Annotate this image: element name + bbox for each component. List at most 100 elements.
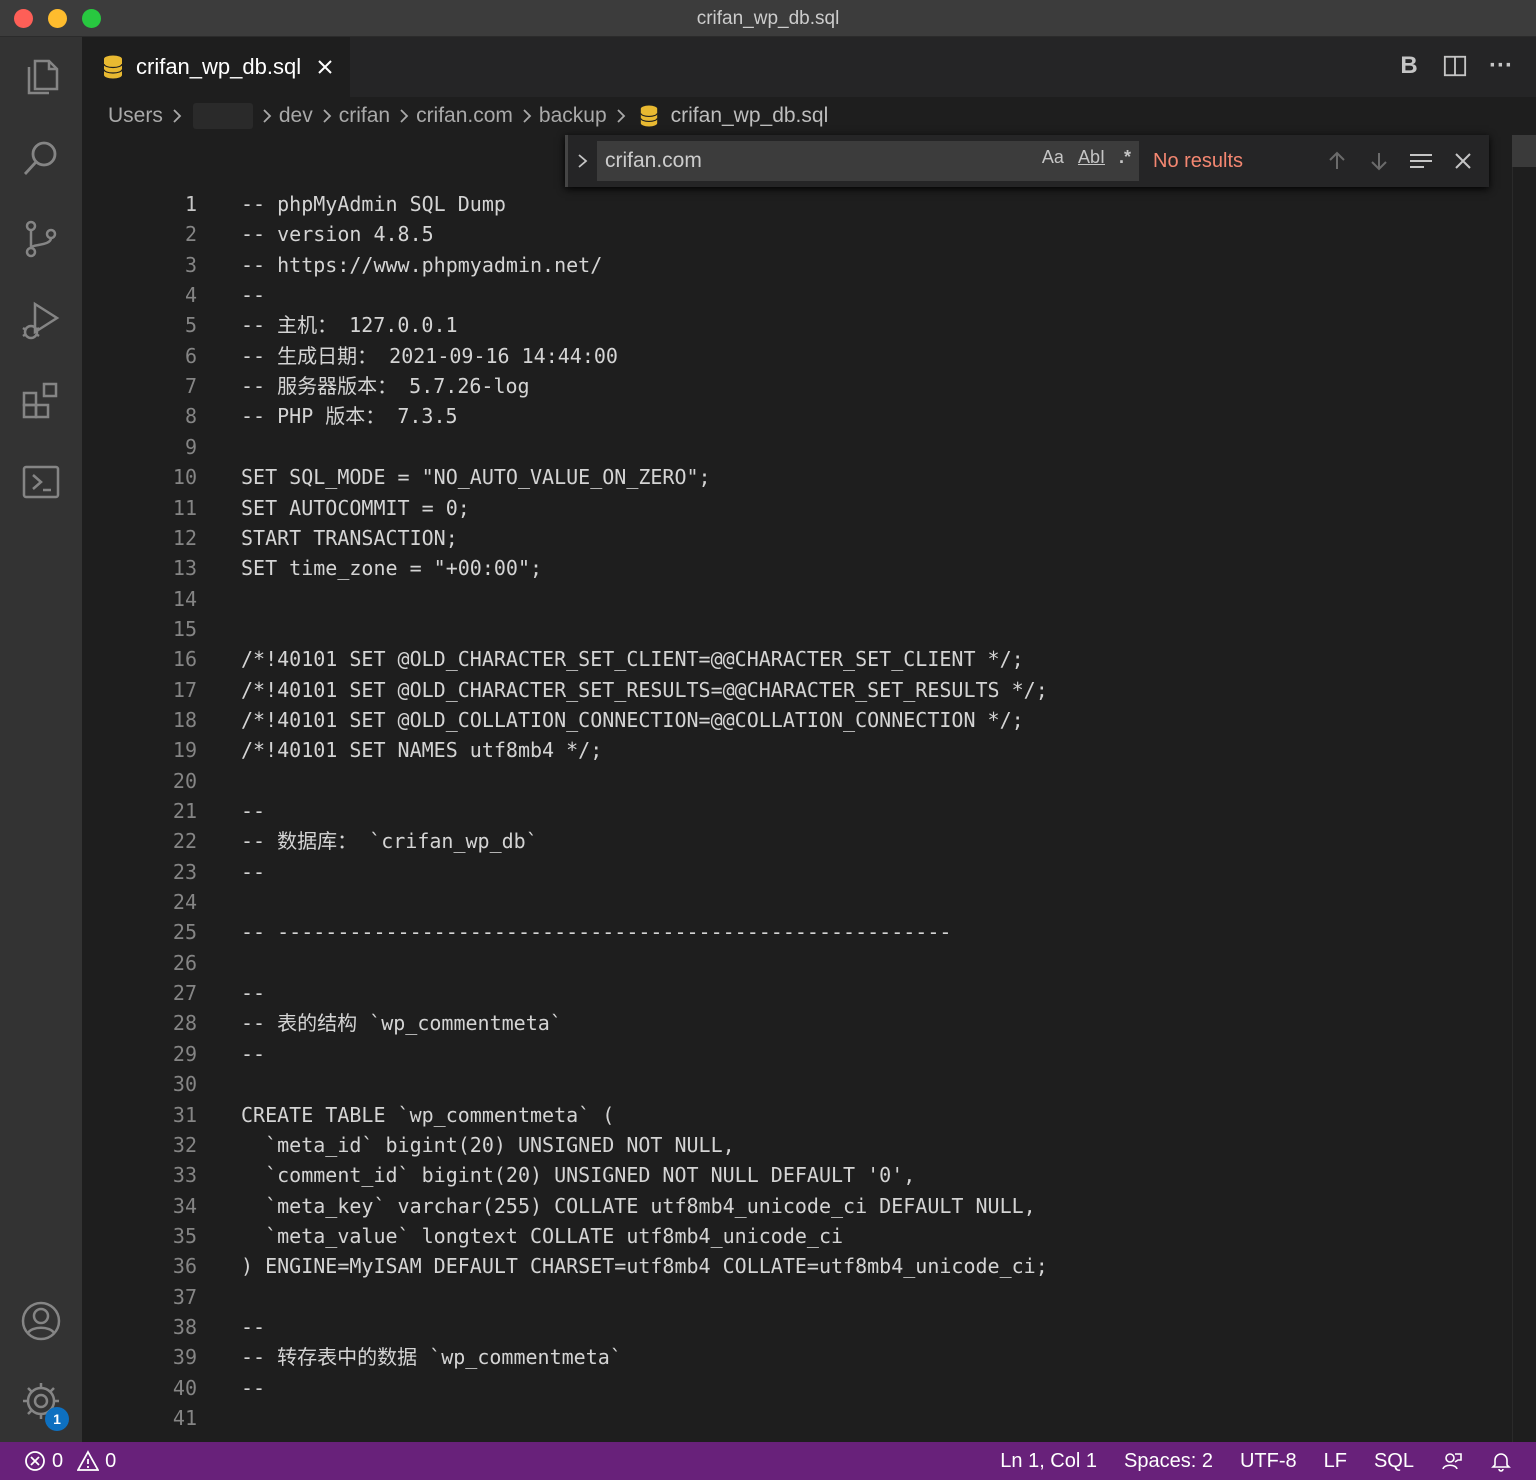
- code-line[interactable]: 27 --: [82, 978, 1536, 1008]
- code-line[interactable]: 18 /*!40101 SET @OLD_COLLATION_CONNECTION…: [82, 705, 1536, 735]
- close-icon[interactable]: [315, 57, 335, 77]
- code-line[interactable]: 35 `meta_value` longtext COLLATE utf8mb4…: [82, 1221, 1536, 1251]
- line-number: 12: [172, 525, 197, 550]
- problems-indicator[interactable]: 0 0: [24, 1442, 116, 1480]
- account-icon[interactable]: [17, 1297, 65, 1345]
- code-line[interactable]: 36) ENGINE=MyISAM DEFAULT CHARSET=utf8mb…: [82, 1251, 1536, 1281]
- run-debug-icon[interactable]: [17, 296, 65, 344]
- code-line[interactable]: 3 -- https://www.phpmyadmin.net/: [82, 250, 1536, 280]
- code-line[interactable]: 40 --: [82, 1373, 1536, 1403]
- code-line[interactable]: 4 --: [82, 280, 1536, 310]
- code-line[interactable]: 30: [82, 1069, 1536, 1099]
- code-line[interactable]: 2 -- version 4.8.5: [82, 219, 1536, 249]
- explorer-icon[interactable]: [17, 53, 65, 101]
- find-in-selection-button[interactable]: [1403, 143, 1439, 179]
- code-line[interactable]: 32 `meta_id` bigint(20) UNSIGNED NOT NUL…: [82, 1130, 1536, 1160]
- encoding[interactable]: UTF-8: [1240, 1450, 1297, 1473]
- toggle-replace-button[interactable]: [565, 135, 597, 187]
- breadcrumb-file[interactable]: crifan_wp_db.sql: [671, 104, 829, 128]
- use-regex-button[interactable]: .*: [1119, 147, 1131, 168]
- tab-crifan-wp-db[interactable]: crifan_wp_db.sql: [82, 37, 350, 97]
- code-line[interactable]: 31 CREATE TABLE `wp_commentmeta` (: [82, 1100, 1536, 1130]
- window-title: crifan_wp_db.sql: [696, 8, 840, 29]
- extensions-icon[interactable]: [17, 377, 65, 425]
- code-line[interactable]: 17 /*!40101 SET @OLD_CHARACTER_SET_RESULT…: [82, 675, 1536, 705]
- activity-bar: 1: [0, 37, 82, 1442]
- line-number: 20: [172, 768, 197, 793]
- line-text: SET AUTOCOMMIT = 0;: [241, 495, 470, 520]
- code-line[interactable]: 23 --: [82, 857, 1536, 887]
- scrollbar-thumb[interactable]: [1512, 135, 1536, 167]
- code-line[interactable]: 16 /*!40101 SET @OLD_CHARACTER_SET_CLIENT…: [82, 644, 1536, 674]
- code-line[interactable]: 9: [82, 432, 1536, 462]
- previous-match-button[interactable]: [1319, 143, 1355, 179]
- code-line[interactable]: 5 -- 主机： 127.0.0.1: [82, 310, 1536, 340]
- code-line[interactable]: 39 -- 转存表中的数据 `wp_commentmeta`: [82, 1342, 1536, 1372]
- error-count: 0: [52, 1449, 64, 1472]
- code-line[interactable]: 25 -- -----------------------------------…: [82, 917, 1536, 947]
- code-line[interactable]: 19 /*!40101 SET NAMES utf8mb4 */;: [82, 735, 1536, 765]
- code-line[interactable]: 6 -- 生成日期： 2021-09-16 14:44:00: [82, 341, 1536, 371]
- match-case-button[interactable]: Aa: [1042, 147, 1064, 168]
- breadcrumb-dev[interactable]: dev: [279, 104, 313, 128]
- notifications-bell-icon[interactable]: [1490, 1450, 1512, 1472]
- code-line[interactable]: 21 --: [82, 796, 1536, 826]
- line-number: 17: [172, 677, 197, 702]
- more-actions-button[interactable]: ···: [1488, 51, 1514, 81]
- line-text: --: [241, 283, 266, 308]
- breadcrumb-crifan[interactable]: crifan: [339, 104, 390, 128]
- indentation[interactable]: Spaces: 2: [1124, 1450, 1213, 1473]
- code-line[interactable]: 8 -- PHP 版本： 7.3.5: [82, 401, 1536, 431]
- terminal-icon[interactable]: [17, 458, 65, 506]
- source-control-icon[interactable]: [17, 215, 65, 263]
- breadcrumb-backup[interactable]: backup: [539, 104, 607, 128]
- search-icon[interactable]: [17, 134, 65, 182]
- code-editor[interactable]: 1 -- phpMyAdmin SQL Dump 2 -- version 4.8.5…: [82, 135, 1536, 1442]
- code-line[interactable]: 13 SET time_zone = "+00:00";: [82, 553, 1536, 583]
- line-text: CREATE TABLE `wp_commentmeta` (: [241, 1102, 615, 1127]
- code-line[interactable]: 38 --: [82, 1312, 1536, 1342]
- line-number: 36: [172, 1254, 197, 1279]
- bold-button[interactable]: B: [1396, 51, 1422, 81]
- code-line[interactable]: 24: [82, 887, 1536, 917]
- breadcrumb-crifan-com[interactable]: crifan.com: [416, 104, 513, 128]
- find-input[interactable]: crifan.com Aa AbI .*: [597, 141, 1139, 181]
- breadcrumb-users[interactable]: Users: [108, 104, 163, 128]
- line-number: 3: [184, 252, 197, 277]
- code-line[interactable]: 37: [82, 1282, 1536, 1312]
- code-line[interactable]: 12 START TRANSACTION;: [82, 523, 1536, 553]
- line-number: 9: [184, 434, 197, 459]
- code-line[interactable]: 15: [82, 614, 1536, 644]
- next-match-button[interactable]: [1361, 143, 1397, 179]
- code-line[interactable]: 11 SET AUTOCOMMIT = 0;: [82, 493, 1536, 523]
- breadcrumb-redacted[interactable]: [192, 103, 253, 129]
- code-line[interactable]: 26: [82, 948, 1536, 978]
- code-line[interactable]: 29 --: [82, 1039, 1536, 1069]
- code-line[interactable]: 20: [82, 766, 1536, 796]
- match-whole-word-button[interactable]: AbI: [1078, 147, 1105, 168]
- editor-scrollbar[interactable]: [1512, 135, 1536, 1442]
- code-line[interactable]: 33 `comment_id` bigint(20) UNSIGNED NOT …: [82, 1160, 1536, 1190]
- end-of-line[interactable]: LF: [1324, 1450, 1347, 1473]
- code-line[interactable]: 22 -- 数据库： `crifan_wp_db`: [82, 826, 1536, 856]
- line-text: -- https://www.phpmyadmin.net/: [241, 252, 603, 277]
- language-mode[interactable]: SQL: [1374, 1450, 1414, 1473]
- line-number: 6: [184, 343, 197, 368]
- breadcrumb: Users dev crifan crifan.com backup crifa…: [82, 97, 1536, 135]
- code-line[interactable]: 10 SET SQL_MODE = "NO_AUTO_VALUE_ON_ZERO"…: [82, 462, 1536, 492]
- settings-badge: 1: [45, 1407, 69, 1431]
- chevron-right-icon: [263, 109, 272, 123]
- line-text: `comment_id` bigint(20) UNSIGNED NOT NUL…: [241, 1163, 916, 1188]
- code-line[interactable]: 14: [82, 584, 1536, 614]
- split-editor-icon[interactable]: [1442, 51, 1468, 81]
- line-number: 23: [172, 859, 197, 884]
- code-line[interactable]: 7 -- 服务器版本： 5.7.26-log: [82, 371, 1536, 401]
- code-line[interactable]: 41: [82, 1403, 1536, 1433]
- code-line[interactable]: 28 -- 表的结构 `wp_commentmeta`: [82, 1008, 1536, 1038]
- code-line[interactable]: 34 `meta_key` varchar(255) COLLATE utf8m…: [82, 1191, 1536, 1221]
- close-find-button[interactable]: [1445, 143, 1481, 179]
- code-line[interactable]: 1 -- phpMyAdmin SQL Dump: [82, 189, 1536, 219]
- cursor-position[interactable]: Ln 1, Col 1: [1000, 1450, 1097, 1473]
- feedback-icon[interactable]: [1441, 1450, 1463, 1472]
- settings-gear-icon[interactable]: 1: [17, 1377, 69, 1431]
